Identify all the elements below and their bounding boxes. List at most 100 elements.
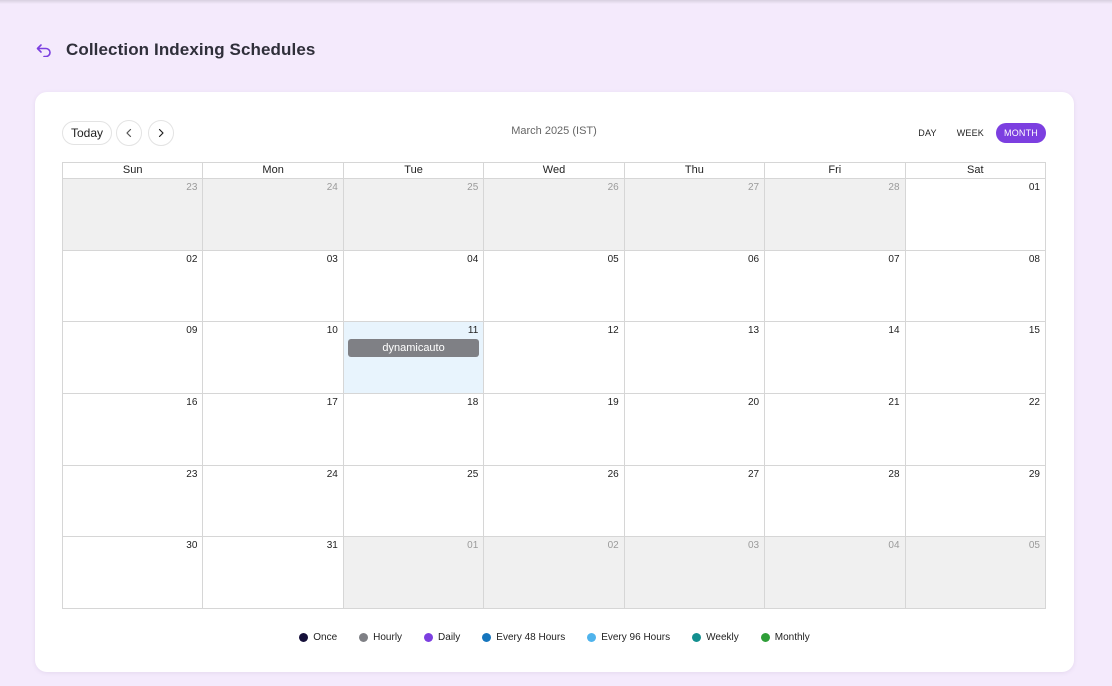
legend-dot-icon — [692, 633, 702, 642]
day-number: 25 — [467, 182, 479, 193]
day-number: 08 — [1028, 253, 1040, 265]
day-number: 28 — [888, 468, 900, 480]
chevron-left-icon — [124, 126, 134, 141]
view-week-button[interactable]: WEEK — [949, 123, 992, 143]
day-number: 10 — [326, 325, 338, 337]
legend-item: Every 48 Hours — [482, 632, 565, 643]
day-number: 01 — [1028, 182, 1040, 193]
legend-item: Once — [299, 632, 337, 643]
legend-label: Every 48 Hours — [496, 632, 566, 643]
view-month-button[interactable]: MONTH — [996, 123, 1046, 143]
day-number: 01 — [467, 540, 479, 552]
day-number: 26 — [607, 468, 619, 480]
day-cell[interactable]: 16 — [63, 394, 204, 465]
day-number: 04 — [467, 253, 479, 265]
day-number: 27 — [747, 468, 760, 480]
day-number: 28 — [888, 182, 900, 193]
undo-arrow-icon[interactable] — [36, 42, 52, 58]
view-day-button[interactable]: DAY — [910, 123, 944, 143]
day-cell[interactable]: 09 — [63, 322, 204, 394]
weekday-header-cell: Sat — [966, 164, 984, 176]
legend-dot-icon — [760, 633, 770, 642]
day-cell[interactable]: 22 — [905, 394, 1045, 465]
day-number: 20 — [747, 397, 760, 409]
day-cell[interactable]: 27 — [624, 179, 766, 250]
day-cell[interactable]: 24 — [203, 179, 344, 250]
day-number: 02 — [186, 253, 198, 265]
day-number: 22 — [1028, 397, 1040, 409]
day-cell[interactable]: 23 — [63, 465, 204, 537]
weekday-header-cell: Fri — [765, 163, 906, 178]
week-row: 02 03 04 05 06 07 08 — [63, 250, 1045, 323]
today-button[interactable]: Today — [62, 121, 113, 145]
day-number: 12 — [607, 325, 619, 337]
day-cell[interactable]: 15 — [905, 322, 1045, 394]
day-cell[interactable]: 08 — [905, 250, 1045, 322]
weekday-header-cell: Wed — [484, 163, 625, 178]
day-cell[interactable]: 23 — [63, 179, 204, 250]
day-cell[interactable]: 02 — [63, 250, 204, 322]
day-cell[interactable]: 01 — [343, 537, 485, 609]
day-number: 23 — [186, 468, 198, 480]
day-number: 25 — [467, 468, 479, 480]
day-number: 16 — [186, 397, 198, 409]
day-cell[interactable]: 04 — [343, 250, 485, 322]
day-cell[interactable]: 28 — [765, 465, 906, 537]
week-row: 09 10 11 dynamicauto 12 13 14 15 — [63, 322, 1045, 395]
day-cell[interactable]: 25 — [343, 179, 485, 250]
day-number: 18 — [467, 397, 479, 409]
day-number: 11 — [467, 325, 479, 337]
day-cell[interactable]: 03 — [624, 537, 766, 609]
next-month-button[interactable] — [148, 120, 174, 146]
day-cell[interactable]: 24 — [203, 465, 344, 537]
day-number: 17 — [326, 397, 338, 409]
day-cell[interactable]: 02 — [484, 537, 625, 609]
week-row: 23 24 25 26 27 28 01 — [63, 179, 1045, 251]
day-cell[interactable]: 07 — [765, 250, 906, 322]
day-cell[interactable]: 19 — [484, 394, 625, 465]
day-cell[interactable]: 21 — [765, 394, 906, 465]
day-number: 02 — [607, 540, 619, 552]
day-cell[interactable]: 30 — [63, 537, 204, 609]
chevron-right-icon — [156, 126, 166, 141]
legend-label: Once — [313, 632, 338, 643]
day-cell[interactable]: 03 — [203, 250, 344, 322]
day-cell[interactable]: 10 — [203, 322, 344, 394]
day-cell[interactable]: 27 — [624, 465, 766, 537]
day-cell-today[interactable]: 11 dynamicauto — [343, 322, 485, 394]
day-number: 26 — [607, 182, 619, 193]
day-number: 30 — [186, 540, 198, 552]
day-cell[interactable]: 26 — [484, 465, 625, 537]
weekday-header: Sun Mon Tue Wed Thu Fri Sat — [63, 163, 1045, 179]
prev-month-button[interactable] — [116, 120, 142, 146]
day-cell[interactable]: 04 — [765, 537, 906, 609]
day-number: 14 — [888, 325, 900, 337]
page-title: Collection Indexing Schedules — [66, 40, 316, 59]
day-cell[interactable]: 01 — [905, 179, 1045, 250]
calendar-toolbar: Today March 2025 (IST) DAY WEEK MONTH — [62, 120, 1046, 146]
day-number: 05 — [1028, 540, 1040, 552]
day-cell[interactable]: 26 — [484, 179, 625, 250]
day-cell[interactable]: 06 — [624, 250, 766, 322]
day-number: 15 — [1028, 325, 1040, 337]
day-cell[interactable]: 25 — [343, 465, 485, 537]
day-cell[interactable]: 20 — [624, 394, 766, 465]
day-number: 09 — [186, 325, 198, 337]
calendar-event[interactable]: dynamicauto — [347, 339, 480, 358]
day-cell[interactable]: 29 — [905, 465, 1045, 537]
day-cell[interactable]: 17 — [203, 394, 344, 465]
day-cell[interactable]: 05 — [905, 537, 1045, 609]
day-cell[interactable]: 18 — [343, 394, 485, 465]
legend-label: Weekly — [706, 632, 739, 643]
day-cell[interactable]: 05 — [484, 250, 625, 322]
legend: Once Hourly Daily Every 48 Hours Every 96 Ho… — [35, 632, 1074, 643]
day-number: 06 — [747, 253, 760, 265]
view-switch: DAY WEEK MONTH — [910, 123, 1046, 143]
day-cell[interactable]: 13 — [624, 322, 766, 394]
day-cell[interactable]: 14 — [765, 322, 906, 394]
weekday-header-cell: Tue — [344, 163, 485, 178]
day-cell[interactable]: 31 — [203, 537, 344, 609]
weekday-header-cell: Thu — [625, 163, 766, 178]
day-cell[interactable]: 12 — [484, 322, 625, 394]
day-cell[interactable]: 28 — [765, 179, 906, 250]
